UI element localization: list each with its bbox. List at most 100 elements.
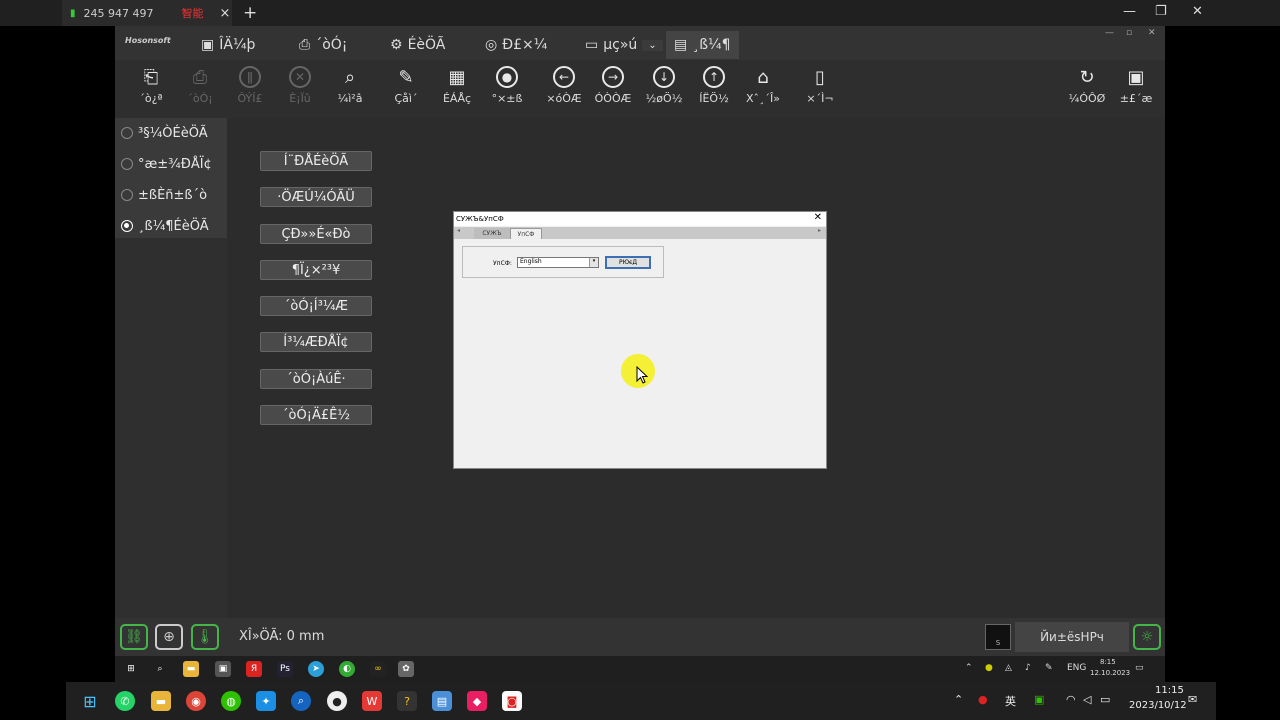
partition-encrypt-button[interactable]: ·ÖÆÚ¼ÓÃÜ bbox=[260, 187, 372, 207]
photoshop-icon[interactable]: Ps bbox=[277, 661, 293, 677]
sidebar-item-advanced[interactable]: ¸ß¼¶ÉèÖÃ bbox=[121, 215, 209, 237]
retract-button[interactable]: ↑ ÍËÖ½ bbox=[692, 64, 736, 105]
wechat-icon[interactable]: ◍ bbox=[221, 691, 241, 711]
pen-icon[interactable]: ✎ bbox=[1045, 663, 1053, 673]
volume-icon[interactable]: ♪ bbox=[1025, 663, 1031, 673]
windows-start-icon[interactable]: ⊞ bbox=[123, 661, 139, 677]
tab-language[interactable]: УпСФ bbox=[510, 228, 542, 239]
tray-green-icon[interactable]: ▣ bbox=[1034, 693, 1044, 706]
folder-icon[interactable]: ▬ bbox=[183, 661, 199, 677]
clean-button[interactable]: ✎ Çåì´ bbox=[384, 64, 428, 106]
notepad-icon[interactable]: ▤ bbox=[432, 691, 452, 711]
tray-chevron-icon[interactable]: ⌃ bbox=[965, 663, 973, 673]
search-icon[interactable]: ⌕ bbox=[152, 661, 168, 677]
network-button[interactable]: ⊕ bbox=[155, 624, 183, 650]
tab-settings[interactable]: СУЖЪ bbox=[474, 228, 510, 239]
tab-scroll-left-icon[interactable]: ◂ bbox=[457, 227, 460, 234]
close-window-button[interactable]: ✕ bbox=[1192, 4, 1203, 19]
store-icon[interactable]: ▣ bbox=[215, 661, 231, 677]
comm-settings-button[interactable]: Í¨ÐÅÉèÖÃ bbox=[260, 151, 372, 171]
battery-icon[interactable]: ▭ bbox=[1100, 693, 1110, 706]
chrome-icon[interactable]: ◉ bbox=[186, 691, 206, 711]
feed-button[interactable]: ↓ ½øÖ½ bbox=[642, 64, 686, 105]
print-history-button[interactable]: ´òÓ¡ÀúÊ· bbox=[260, 369, 372, 389]
whatsapp-icon[interactable]: ✆ bbox=[115, 691, 135, 711]
nozzle-compensation-button[interactable]: ¶Ï¿×²³¥ bbox=[260, 260, 372, 280]
app-red-icon[interactable]: ◙ bbox=[502, 691, 522, 711]
status-button[interactable]: ▯ ×´Ì¬ bbox=[798, 64, 842, 106]
menu-settings-label: ÉèÖÃ bbox=[407, 37, 446, 53]
help-icon[interactable]: ? bbox=[397, 691, 417, 711]
volume-icon[interactable]: ◁ bbox=[1083, 693, 1091, 706]
cancel-button[interactable]: ✕ È¡Ïû bbox=[278, 64, 322, 105]
menu-file[interactable]: ▣ ÎÄ¼þ bbox=[193, 31, 263, 59]
app-maximize-button[interactable]: ▫ bbox=[1126, 28, 1132, 38]
minimize-button[interactable]: — bbox=[1123, 4, 1136, 19]
move-right-button[interactable]: → ÓÒÒÆ bbox=[591, 64, 635, 105]
menu-advanced[interactable]: ▤ ¸ß¼¶ bbox=[666, 31, 739, 59]
tray-app-icon[interactable]: ● bbox=[978, 693, 988, 706]
new-tab-button[interactable]: + bbox=[243, 3, 257, 23]
tray-chevron-icon[interactable]: ⌃ bbox=[954, 693, 963, 706]
statistics-info-button[interactable]: Í³¼ÆÐÅÏ¢ bbox=[260, 332, 372, 352]
print-mode-button[interactable]: ´òÓ¡Ä£Ê½ bbox=[260, 405, 372, 425]
menu-motor[interactable]: ▭ µç»ú ⌄ bbox=[577, 31, 671, 59]
folder-icon[interactable]: ▬ bbox=[151, 691, 171, 711]
ime-indicator[interactable]: 英 bbox=[1005, 693, 1016, 709]
home-button[interactable]: ⌂ Xˆ¸´Î» bbox=[741, 64, 785, 106]
language-indicator[interactable]: ENG bbox=[1067, 663, 1086, 673]
print-statistics-button[interactable]: ´òÓ¡Í³¼Æ bbox=[260, 296, 372, 316]
yandex-icon[interactable]: Я bbox=[246, 661, 262, 677]
light-button[interactable]: ☼ bbox=[1133, 624, 1161, 650]
anydesk-icon[interactable]: ◆ bbox=[467, 691, 487, 711]
language-select[interactable]: English ▾ bbox=[517, 257, 599, 268]
app-minimize-button[interactable]: — bbox=[1105, 28, 1114, 38]
save-label: ±£´æ bbox=[1119, 92, 1153, 105]
tab-close-button[interactable]: × bbox=[220, 6, 231, 21]
refresh-icon: ↻ bbox=[1079, 66, 1095, 88]
tab-scroll-right-icon[interactable]: ▸ bbox=[818, 227, 821, 234]
chevron-down-icon[interactable]: ▾ bbox=[589, 258, 598, 267]
notification-icon[interactable]: ▭ bbox=[1135, 663, 1144, 673]
sidebar-item-edge[interactable]: ±ßÈñ±ß´ò bbox=[121, 184, 207, 206]
color-order-button[interactable]: ÇÐ»»É«Ðò bbox=[260, 224, 372, 244]
reload-button[interactable]: ↻ ¼ÓÔØ bbox=[1065, 64, 1109, 106]
save-button[interactable]: ▣ ±£´æ bbox=[1114, 64, 1158, 106]
app-yellow-icon[interactable]: ∞ bbox=[370, 661, 386, 677]
wifi-icon[interactable]: ◠ bbox=[1066, 693, 1076, 706]
flash-spray-button[interactable]: ▦ ÉÁÅç bbox=[435, 64, 479, 106]
dialog-close-button[interactable]: ✕ bbox=[814, 212, 822, 223]
move-left-button[interactable]: ← ×óÒÆ bbox=[542, 64, 586, 105]
temperature-button[interactable]: 🌡 bbox=[191, 624, 219, 650]
menu-calibration[interactable]: ◎ Ð£×¼ bbox=[477, 31, 555, 59]
search-app-icon[interactable]: ⌕ bbox=[291, 691, 311, 711]
print-button[interactable]: ⎙ ´òÓ¡ bbox=[178, 64, 222, 106]
tray-app-icon[interactable]: ● bbox=[985, 663, 993, 673]
sidebar-item-label: °æ±¾ÐÅÏ¢ bbox=[138, 156, 212, 172]
windows-start-icon[interactable]: ⊞ bbox=[80, 691, 100, 711]
network-icon: ⊕ bbox=[163, 629, 175, 645]
tray-network-icon[interactable]: ◬ bbox=[1005, 663, 1012, 673]
app-blue-icon[interactable]: ✦ bbox=[256, 691, 276, 711]
gear-icon: ⚙ bbox=[390, 37, 403, 53]
connection-button[interactable]: ⛓ bbox=[120, 624, 148, 650]
battery-icon: ▭ bbox=[585, 37, 599, 53]
open-button[interactable]: ⎗ ´ò¿ª bbox=[129, 64, 173, 106]
apply-button[interactable]: PЮєД bbox=[605, 256, 651, 269]
maximize-button[interactable]: ❐ bbox=[1155, 4, 1167, 19]
hosonsoft-taskbar-icon[interactable]: ✿ bbox=[398, 661, 414, 677]
app-close-button[interactable]: ✕ bbox=[1148, 28, 1156, 38]
wps-icon[interactable]: W bbox=[362, 691, 382, 711]
check-button[interactable]: ⌕ ¼ì²â bbox=[328, 64, 372, 106]
sidebar-item-version[interactable]: °æ±¾ÐÅÏ¢ bbox=[121, 153, 212, 175]
menu-settings[interactable]: ⚙ ÉèÖÃ bbox=[382, 31, 453, 59]
telegram-icon[interactable]: ➤ bbox=[308, 661, 324, 677]
browser-tab[interactable]: ▮ 245 947 497 智能 × bbox=[62, 0, 232, 26]
white-edge-button[interactable]: ● °×±ß bbox=[485, 64, 529, 105]
app-green-icon[interactable]: ◐ bbox=[339, 661, 355, 677]
pause-button[interactable]: ǁ ÔÝÍ£ bbox=[228, 64, 272, 105]
sidebar-item-factory[interactable]: ³§¼ÒÉèÖÃ bbox=[121, 122, 208, 144]
menu-print[interactable]: ⎙ ´òÓ¡ bbox=[291, 31, 355, 59]
record-icon[interactable]: ● bbox=[327, 691, 347, 711]
notification-icon[interactable]: ✉ bbox=[1188, 693, 1197, 706]
